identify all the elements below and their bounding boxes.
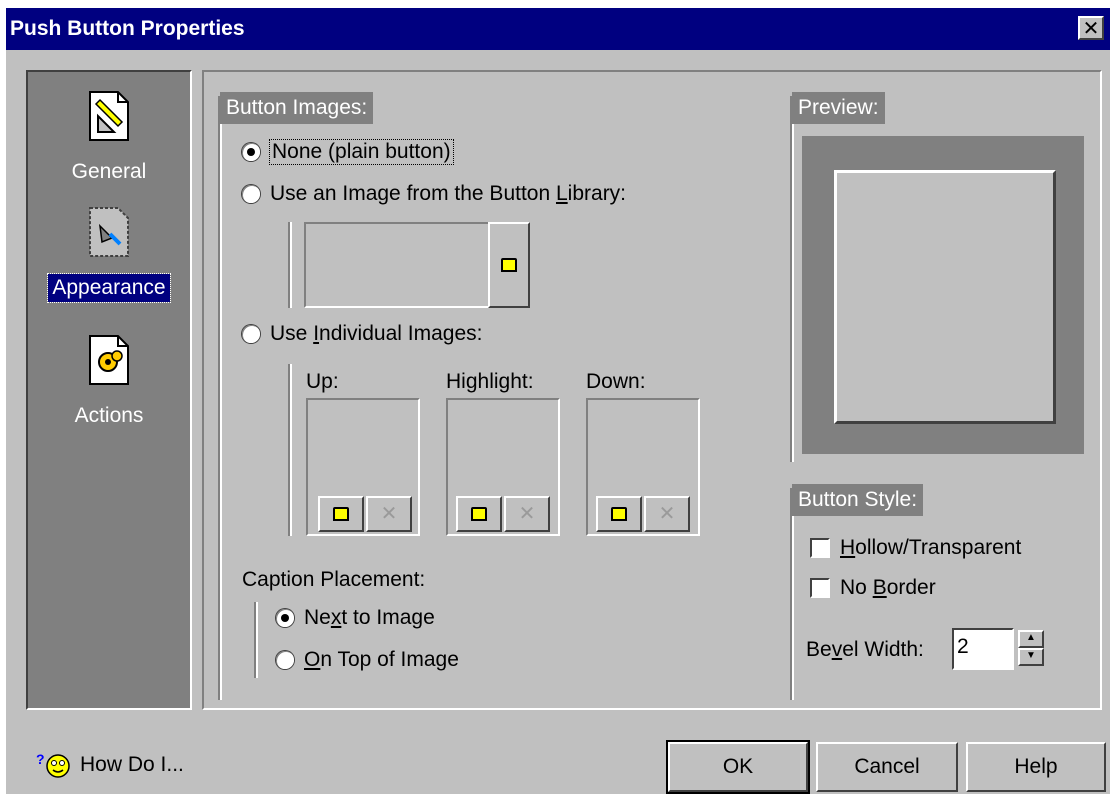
up-browse-button[interactable]: [318, 496, 364, 532]
folder-icon: [471, 507, 487, 521]
spin-down-button[interactable]: ▼: [1018, 648, 1044, 666]
hollow-checkbox-control[interactable]: [810, 538, 830, 558]
checkbox-no-border[interactable]: No Border: [810, 576, 936, 600]
radio-next-to-image[interactable]: Next to Image: [276, 606, 435, 630]
title-bar: Push Button Properties ✕: [6, 8, 1110, 50]
down-clear-button[interactable]: ✕: [644, 496, 690, 532]
highlight-label: Highlight:: [446, 370, 534, 393]
down-browse-button[interactable]: [596, 496, 642, 532]
radio-next-control[interactable]: [276, 609, 294, 627]
svg-text:?: ?: [36, 751, 45, 767]
caption-placement-title: Caption Placement:: [242, 568, 426, 591]
radio-on-top-of-image[interactable]: On Top of Image: [276, 648, 459, 672]
bevel-width-label: Bevel Width:: [806, 638, 924, 661]
radio-next-label: Next to Image: [304, 606, 435, 629]
group-divider: [218, 96, 222, 700]
sidebar-item-appearance[interactable]: Appearance: [28, 206, 190, 303]
x-icon: ✕: [518, 503, 536, 525]
library-divider: [288, 222, 292, 308]
gears-icon: [89, 335, 129, 385]
spin-up-button[interactable]: ▲: [1018, 630, 1044, 648]
up-clear-button[interactable]: ✕: [366, 496, 412, 532]
checkbox-hollow-transparent[interactable]: Hollow/Transparent: [810, 536, 1021, 560]
sidebar-item-label: Appearance: [47, 273, 171, 303]
radio-top-label: On Top of Image: [304, 648, 459, 671]
style-divider: [790, 488, 794, 700]
help-face-icon: ?: [36, 751, 70, 778]
individual-divider: [288, 364, 292, 536]
cancel-button[interactable]: Cancel: [816, 742, 958, 792]
radio-library-control[interactable]: [242, 185, 260, 203]
radio-individual[interactable]: Use Individual Images:: [242, 322, 482, 346]
caption-divider: [254, 602, 258, 678]
preview-title: Preview:: [792, 92, 885, 124]
radio-individual-control[interactable]: [242, 325, 260, 343]
category-sidebar: General Appearance Actions: [26, 70, 192, 710]
x-icon: ✕: [380, 503, 398, 525]
bevel-width-input[interactable]: 2: [952, 628, 1014, 670]
button-style-title: Button Style:: [792, 484, 924, 516]
x-icon: ✕: [658, 503, 676, 525]
up-label: Up:: [306, 370, 339, 393]
bevel-width-spinner[interactable]: ▲ ▼: [1018, 630, 1044, 666]
radio-none-control[interactable]: [242, 143, 260, 161]
button-images-title: Button Images:: [220, 92, 374, 124]
sidebar-item-general[interactable]: General: [28, 90, 190, 186]
down-label: Down:: [586, 370, 646, 393]
folder-icon: [611, 507, 627, 521]
noborder-checkbox-control[interactable]: [810, 578, 830, 598]
radio-library[interactable]: Use an Image from the Button Library:: [242, 182, 626, 206]
how-do-i-link[interactable]: ? How Do I...: [36, 750, 184, 780]
folder-icon: [501, 258, 517, 272]
radio-individual-label: Use Individual Images:: [270, 322, 483, 345]
library-browse-button[interactable]: [488, 222, 530, 308]
appearance-icon: [89, 207, 129, 257]
radio-none[interactable]: None (plain button): [242, 139, 454, 165]
sidebar-item-label: General: [71, 160, 147, 183]
window-title: Push Button Properties: [10, 17, 245, 40]
radio-none-label: None (plain button): [269, 139, 454, 165]
pencil-ruler-icon: [89, 91, 129, 141]
ok-button[interactable]: OK: [666, 740, 810, 794]
close-button[interactable]: ✕: [1078, 16, 1104, 40]
folder-icon: [333, 507, 349, 521]
how-do-i-label: How Do I...: [80, 753, 184, 776]
preview-button: [834, 170, 1056, 424]
highlight-browse-button[interactable]: [456, 496, 502, 532]
sidebar-item-actions[interactable]: Actions: [28, 334, 190, 430]
radio-library-label: Use an Image from the Button Library:: [270, 182, 627, 205]
sidebar-item-label: Actions: [74, 404, 144, 427]
radio-top-control[interactable]: [276, 651, 294, 669]
library-image-well: [304, 222, 490, 308]
help-button[interactable]: Help: [966, 742, 1106, 792]
preview-divider: [790, 96, 794, 462]
dialog-window: Push Button Properties ✕ General Appeara…: [6, 8, 1110, 794]
highlight-clear-button[interactable]: ✕: [504, 496, 550, 532]
hollow-label: Hollow/Transparent: [840, 536, 1022, 559]
noborder-label: No Border: [840, 576, 936, 599]
